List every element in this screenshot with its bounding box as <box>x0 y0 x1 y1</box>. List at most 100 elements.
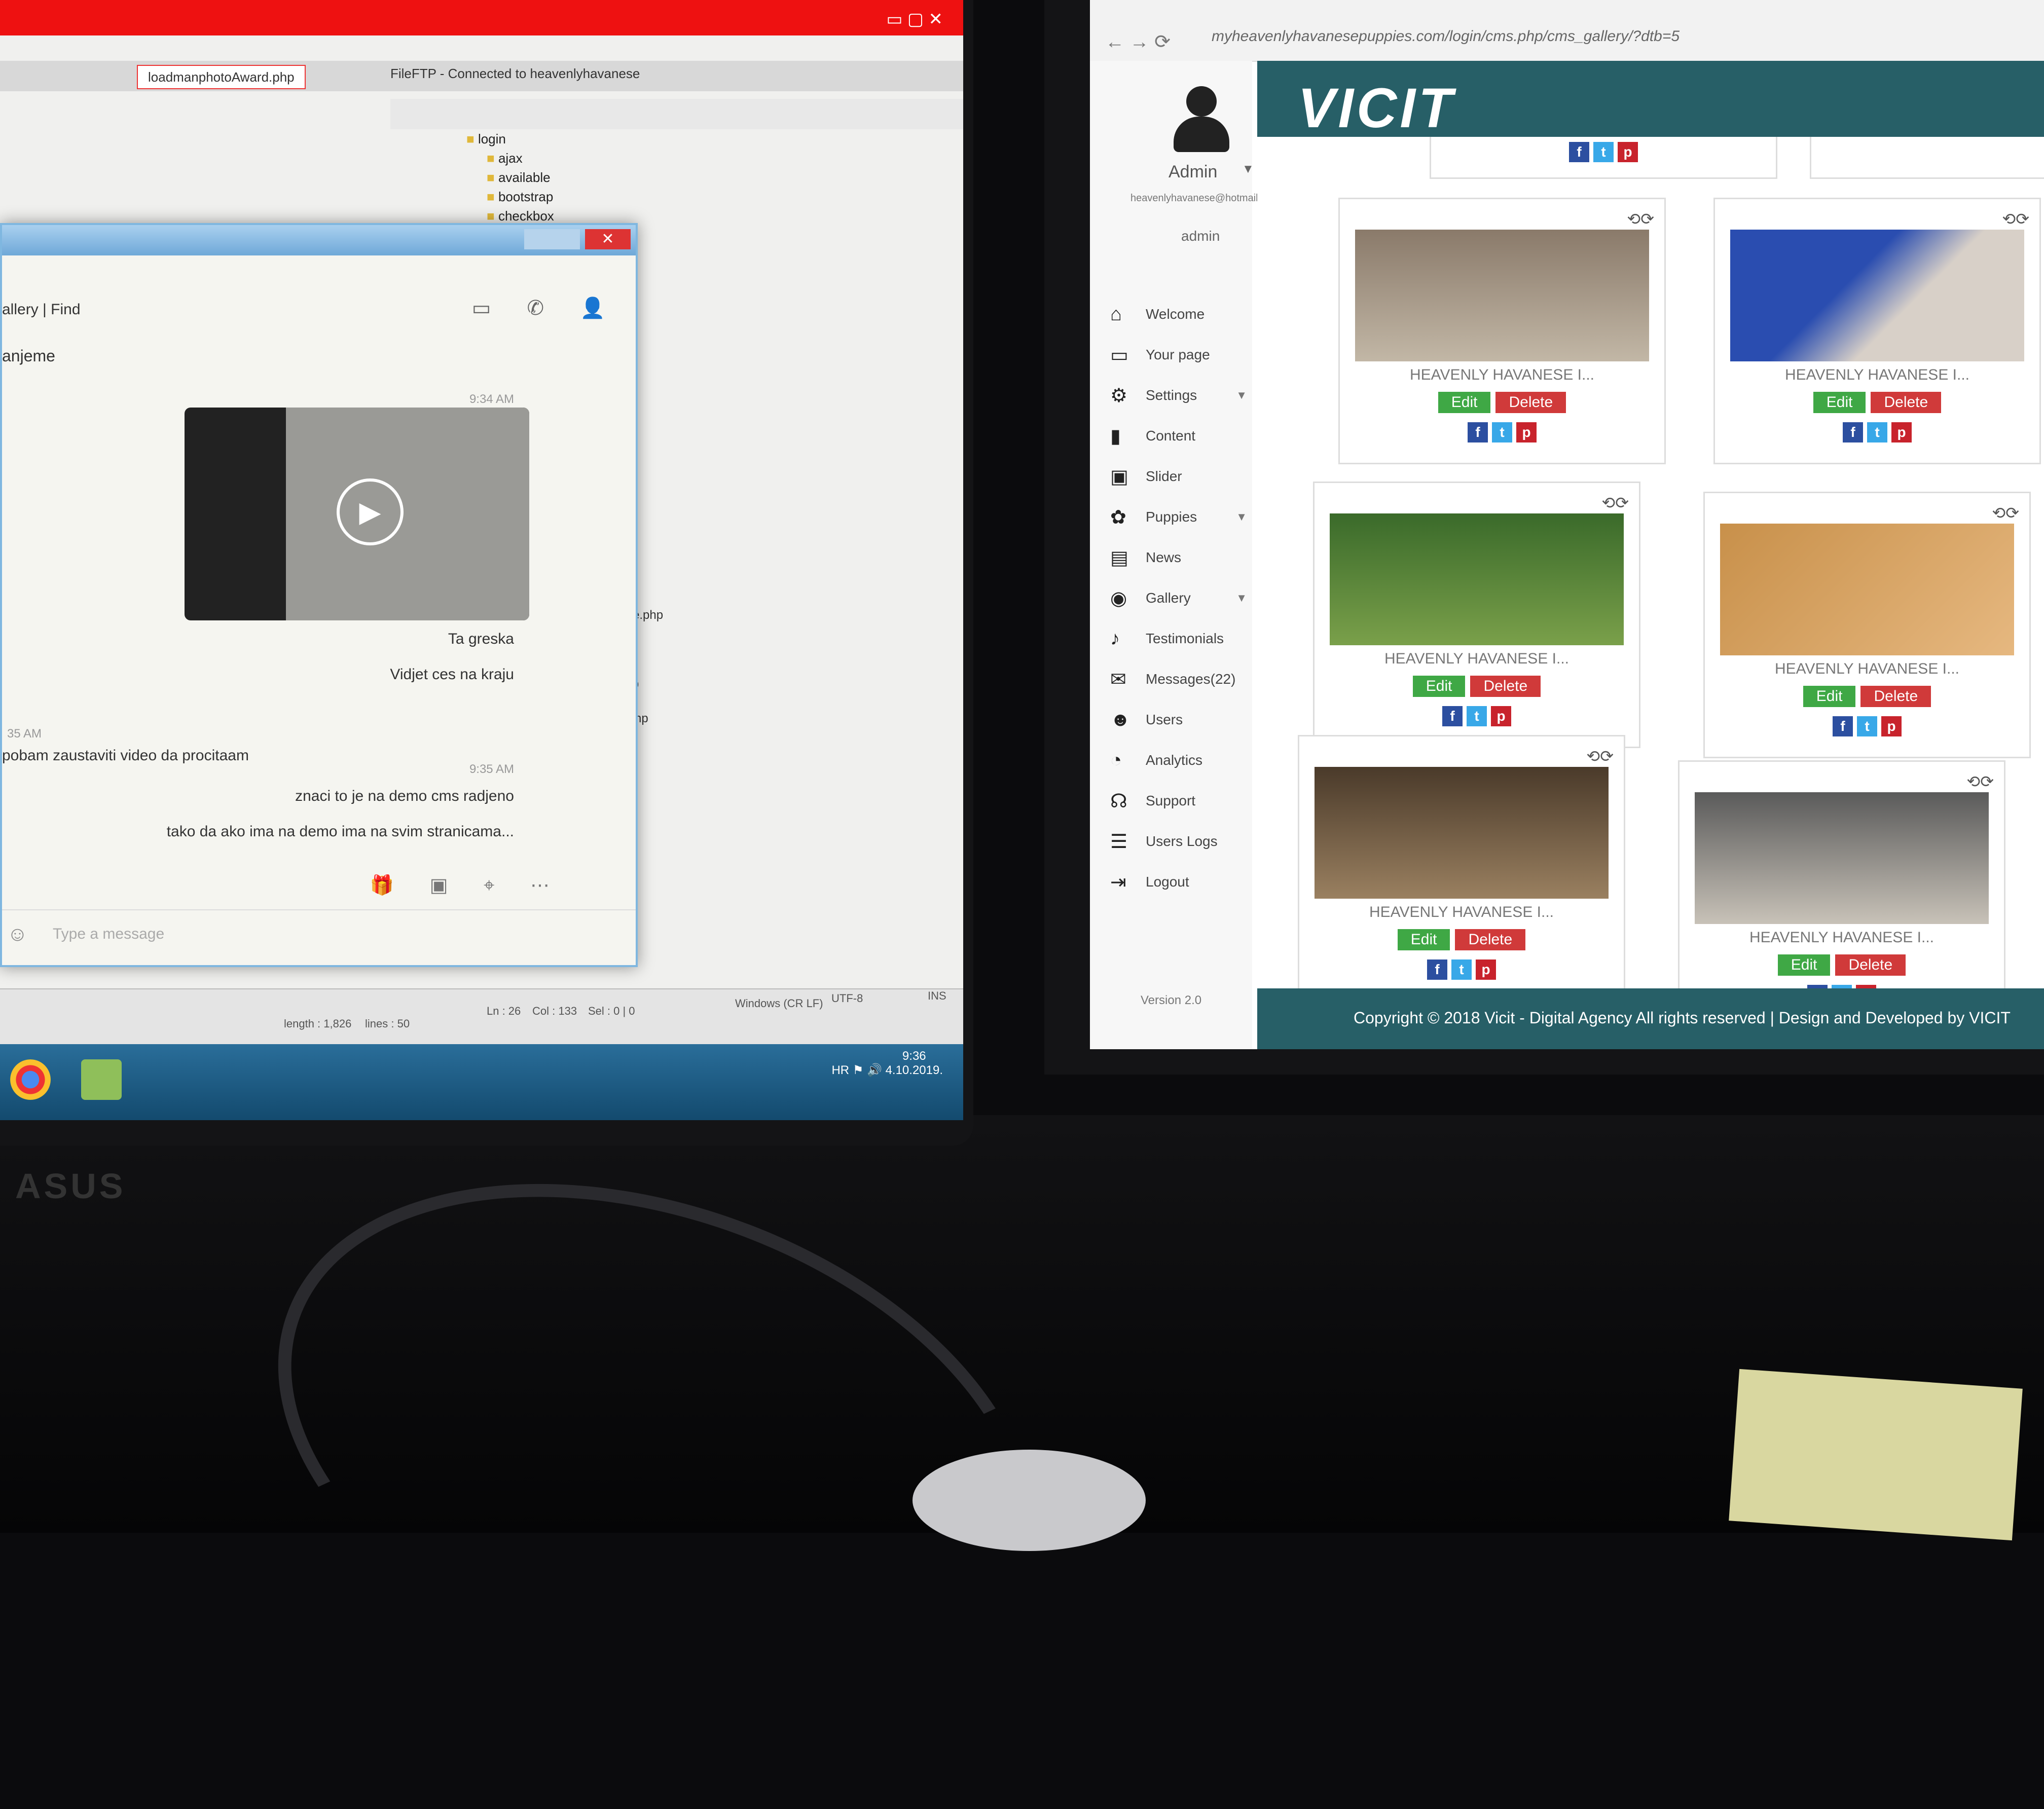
edit-button[interactable]: Edit <box>1803 686 1856 707</box>
delete-button[interactable]: Delete <box>1495 392 1566 413</box>
monitor-icon: ▭ <box>1110 344 1128 366</box>
phone-icon[interactable]: ✆ <box>527 297 544 319</box>
sidebar-item-label: Logout <box>1146 874 1189 890</box>
sidebar-item[interactable]: ⌂ Welcome <box>1110 294 1247 335</box>
chevron-down-icon[interactable]: ▼ <box>1242 162 1254 176</box>
camera-icon: ◉ <box>1110 587 1127 609</box>
rotate-icon[interactable]: ⟲⟳ <box>1601 493 1629 512</box>
sidebar-item[interactable]: ✿ Puppies ▼ <box>1110 497 1247 537</box>
left-monitor: ▭ ▢ ✕ loadmanphotoAward.php FileFTP - Co… <box>0 0 973 1206</box>
emoji-icon[interactable]: ☺ <box>7 923 28 946</box>
address-bar[interactable]: myheavenlyhavanesepuppies.com/login/cms.… <box>1212 28 1680 45</box>
window-controls[interactable]: ▭ ▢ ✕ <box>886 9 943 29</box>
speaker-icon[interactable]: 🔊 <box>867 1063 886 1077</box>
pinterest-icon[interactable]: p <box>1476 959 1496 980</box>
puppy-photo[interactable] <box>1720 524 2014 655</box>
tree-item[interactable]: ajax <box>487 149 554 168</box>
puppy-photo[interactable] <box>1730 230 2024 361</box>
video-message[interactable]: ▶ <box>185 408 529 620</box>
message-placeholder: Type a message <box>53 926 165 942</box>
app-icon[interactable] <box>81 1059 122 1100</box>
sidebar-item-label: Content <box>1146 428 1196 444</box>
sidebar-item[interactable]: ▭ Your page <box>1110 335 1247 375</box>
rotate-icon[interactable]: ⟲⟳ <box>1586 747 1614 766</box>
bell-icon: ♪ <box>1110 627 1120 649</box>
facebook-icon[interactable]: f <box>1569 142 1589 162</box>
pinterest-icon[interactable]: p <box>1618 142 1638 162</box>
sidebar-item[interactable]: ▮ Content <box>1110 416 1247 456</box>
facebook-icon[interactable]: f <box>1468 422 1488 442</box>
sidebar-item[interactable]: ◔ Analytics <box>1110 740 1247 781</box>
twitter-icon[interactable]: t <box>1593 142 1614 162</box>
pinterest-icon[interactable]: p <box>1891 422 1912 442</box>
pinterest-icon[interactable]: p <box>1516 422 1537 442</box>
minimize-button[interactable] <box>524 229 580 249</box>
tray-clock[interactable]: 9:36 4.10.2019. <box>886 1049 943 1078</box>
pinterest-icon[interactable]: p <box>1881 716 1902 736</box>
sidebar-item[interactable]: ⚙ Settings ▼ <box>1110 375 1247 416</box>
sidebar-item[interactable]: ▣ Slider <box>1110 456 1247 497</box>
gallery-card: ⟲⟳HEAVENLY HAVANESE I...EditDeleteftp <box>1703 492 2031 758</box>
add-contact-icon[interactable]: 👤 <box>580 297 605 319</box>
chat-title-bar: ✕ <box>2 225 636 255</box>
sidebar-item[interactable]: ☊ Support <box>1110 781 1247 821</box>
puppy-photo[interactable] <box>1315 767 1609 899</box>
tray-language[interactable]: HR <box>831 1063 849 1077</box>
puppy-photo[interactable] <box>1355 230 1649 361</box>
edit-button[interactable]: Edit <box>1412 676 1466 697</box>
rotate-icon[interactable]: ⟲⟳ <box>1966 772 1994 791</box>
flag-icon[interactable]: ⚑ <box>853 1063 867 1077</box>
chrome-icon[interactable] <box>10 1059 51 1100</box>
admin-name[interactable]: Admin <box>1169 162 1217 182</box>
edit-button[interactable]: Edit <box>1777 954 1831 976</box>
rotate-icon[interactable]: ⟲⟳ <box>2002 209 2029 229</box>
sidebar-item[interactable]: ⇥ Logout <box>1110 862 1247 902</box>
more-icon[interactable]: ⋯ <box>530 875 550 896</box>
puppy-photo[interactable] <box>1695 792 1989 924</box>
play-icon[interactable]: ▶ <box>337 478 404 545</box>
sidebar-item[interactable]: ▤ News <box>1110 537 1247 578</box>
contact-card-icon[interactable]: ▣ <box>430 875 448 896</box>
delete-button[interactable]: Delete <box>1871 392 1942 413</box>
sidebar-item[interactable]: ♪ Testimonials <box>1110 618 1247 659</box>
twitter-icon[interactable]: t <box>1492 422 1512 442</box>
edit-button[interactable]: Edit <box>1397 929 1450 950</box>
message-input[interactable]: ☺ Type a message <box>2 909 636 961</box>
rotate-icon[interactable]: ⟲⟳ <box>1627 209 1654 229</box>
delete-button[interactable]: Delete <box>1455 929 1526 950</box>
twitter-icon[interactable]: t <box>1467 706 1487 726</box>
sidebar-item[interactable]: ✉ Messages(22) <box>1110 659 1247 699</box>
puppy-photo[interactable] <box>1330 513 1624 645</box>
tree-item[interactable]: available <box>487 168 554 187</box>
delete-button[interactable]: Delete <box>1835 954 1906 976</box>
tree-item[interactable]: login <box>466 129 554 149</box>
gallery-card: ⟲⟳HEAVENLY HAVANESE I...EditDeleteftp <box>1713 198 2041 464</box>
delete-button[interactable]: Delete <box>1470 676 1541 697</box>
sidebar-item[interactable]: ☰ Users Logs <box>1110 821 1247 862</box>
edit-button[interactable]: Edit <box>1813 392 1866 413</box>
video-call-icon[interactable]: ▭ <box>472 297 491 319</box>
sidebar-item[interactable]: ◉ Gallery ▼ <box>1110 578 1247 618</box>
delete-button[interactable]: Delete <box>1860 686 1931 707</box>
sidebar-item-label: Your page <box>1146 347 1210 362</box>
chat-header[interactable]: allery | Find <box>2 301 81 318</box>
share-icons: ftp <box>1315 706 1639 726</box>
twitter-icon[interactable]: t <box>1857 716 1877 736</box>
tree-item[interactable]: bootstrap <box>487 187 554 206</box>
location-icon[interactable]: ⌖ <box>484 875 494 896</box>
twitter-icon[interactable]: t <box>1867 422 1887 442</box>
sidebar-item[interactable]: ☻ Users <box>1110 699 1247 740</box>
facebook-icon[interactable]: f <box>1427 959 1447 980</box>
close-button[interactable]: ✕ <box>585 229 631 249</box>
facebook-icon[interactable]: f <box>1442 706 1463 726</box>
twitter-icon[interactable]: t <box>1451 959 1472 980</box>
facebook-icon[interactable]: f <box>1833 716 1853 736</box>
facebook-icon[interactable]: f <box>1843 422 1863 442</box>
editor-tab[interactable]: loadmanphotoAward.php <box>137 65 306 89</box>
card-title: HEAVENLY HAVANESE I... <box>1384 650 1569 667</box>
gift-icon[interactable]: 🎁 <box>370 875 394 896</box>
pinterest-icon[interactable]: p <box>1491 706 1511 726</box>
back-forward-reload-icons[interactable]: ← → ⟳ <box>1105 30 1171 53</box>
rotate-icon[interactable]: ⟲⟳ <box>1992 503 2019 523</box>
edit-button[interactable]: Edit <box>1438 392 1491 413</box>
